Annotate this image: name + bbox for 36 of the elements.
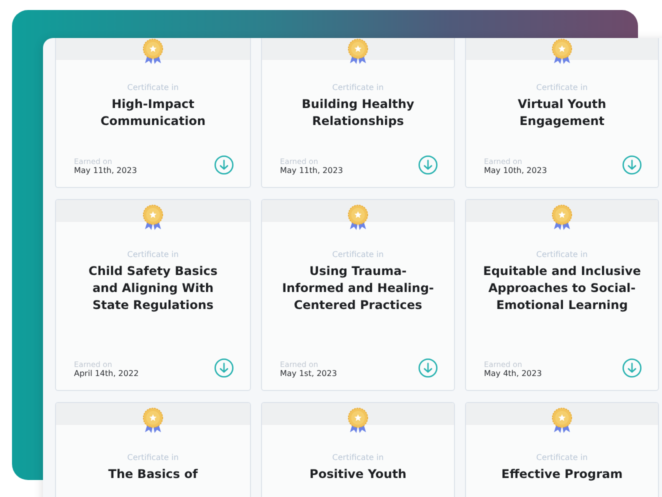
certificate-label: Certificate in (127, 250, 179, 259)
medal-icon (141, 204, 165, 232)
certificate-label: Certificate in (536, 453, 588, 462)
medal-icon (550, 407, 574, 435)
certificate-label: Certificate in (536, 83, 588, 92)
certificate-label: Certificate in (536, 250, 588, 259)
download-icon[interactable] (418, 155, 438, 175)
certificate-title: Effective Program (501, 466, 623, 483)
certificate-title: The Basics of (108, 466, 198, 483)
earned-date: May 10th, 2023 (484, 166, 547, 175)
medal-icon (346, 204, 370, 232)
earned-date: May 4th, 2023 (484, 369, 542, 378)
download-icon[interactable] (622, 155, 642, 175)
certificate-label: Certificate in (127, 83, 179, 92)
certificate-label: Certificate in (332, 83, 384, 92)
certificate-title: Positive Youth (310, 466, 406, 483)
certificate-title: Child Safety Basics and Aligning With State Regulations (88, 263, 218, 314)
earned-date: May 1st, 2023 (280, 369, 337, 378)
download-icon[interactable] (214, 358, 234, 378)
certificate-title: Virtual Youth Engagement (516, 96, 608, 130)
certificate-title: High-Impact Communication (99, 96, 207, 130)
certificate-label: Certificate in (127, 453, 179, 462)
medal-icon (550, 204, 574, 232)
earned-date: May 11th, 2023 (280, 166, 343, 175)
earned-date: April 14th, 2022 (74, 369, 139, 378)
download-icon[interactable] (214, 155, 234, 175)
certificate-title: Equitable and Inclusive Approaches to Social-Emotional Learning (483, 263, 641, 314)
certificate-label: Certificate in (332, 250, 384, 259)
certificate-label: Certificate in (332, 453, 384, 462)
medal-icon (141, 407, 165, 435)
certificate-title: Building Healthy Relationships (300, 96, 416, 130)
medal-icon (346, 407, 370, 435)
download-icon[interactable] (622, 358, 642, 378)
certificate-title: Using Trauma-Informed and Healing-Centered Practices (281, 263, 435, 314)
earned-date: May 11th, 2023 (74, 166, 137, 175)
download-icon[interactable] (418, 358, 438, 378)
